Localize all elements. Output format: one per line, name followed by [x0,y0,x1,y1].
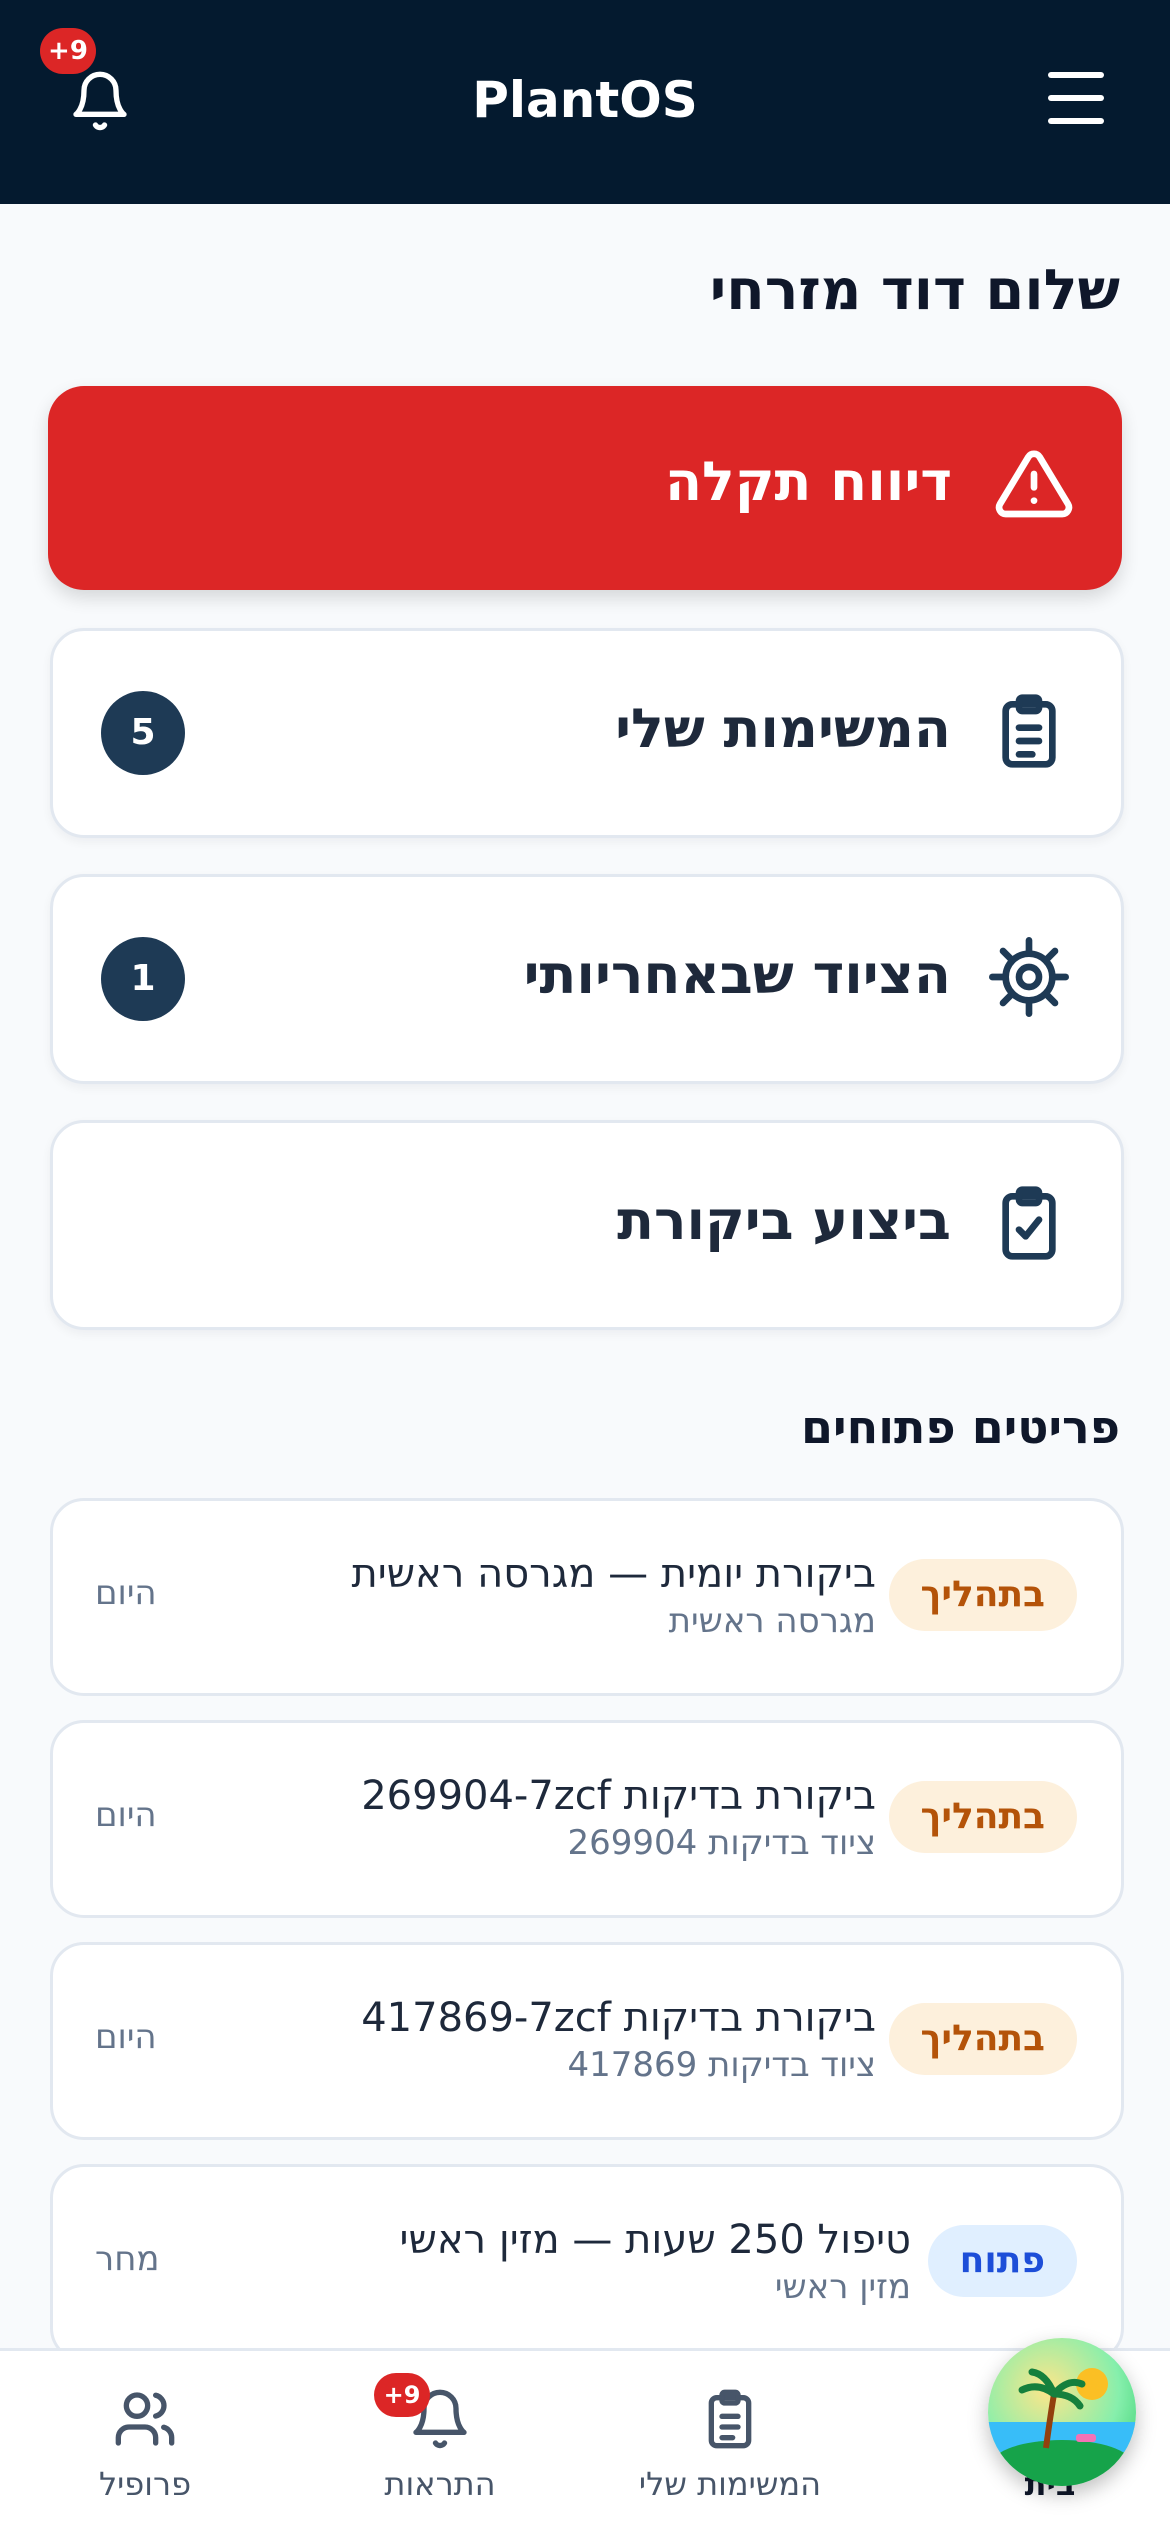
item-date: היום [95,1795,157,1835]
nav-my-tasks-label: המשימות שלי [638,2465,822,2503]
clipboard-list-icon [1002,694,1056,768]
list-item[interactable]: בתהליך ביקורת בדיקות 269904-7zcf ציוד בד… [50,1720,1124,1918]
list-item[interactable]: פתוח טיפול 250 שעות — מזין ראשי מזין ראש… [50,2164,1124,2362]
item-subtitle: מגרסה ראשית [668,1601,876,1641]
users-icon [115,2392,175,2446]
my-equipment-label: הציוד שבאחריותי [523,943,951,1006]
nav-alerts-badge: +9 [374,2373,430,2417]
gear-icon [989,937,1069,1017]
clipboard-list-icon [708,2389,752,2449]
list-item[interactable]: בתהליך ביקורת בדיקות 417869-7zcf ציוד בד… [50,1942,1124,2140]
item-date: מחר [95,2239,160,2279]
warning-icon [995,450,1073,518]
my-equipment-card[interactable]: הציוד שבאחריותי 1 [50,874,1124,1084]
perform-inspection-label: ביצוע ביקורת [617,1189,951,1252]
nav-my-tasks[interactable]: המשימות שלי [639,2351,821,2535]
item-subtitle: ציוד בדיקות 417869 [567,2045,876,2085]
item-subtitle: ציוד בדיקות 269904 [567,1823,876,1863]
beach-icon [988,2368,1136,2486]
clipboard-check-icon [1002,1186,1056,1260]
report-fault-label: דיווח תקלה [664,450,952,513]
perform-inspection-card[interactable]: ביצוע ביקורת [50,1120,1124,1330]
my-tasks-count: 5 [101,691,185,775]
item-title: ביקורת בדיקות 417869-7zcf [361,1995,876,2041]
open-items-title: פריטים פתוחים [801,1400,1120,1454]
nav-profile-label: פרופיל [98,2465,192,2503]
hamburger-icon [1048,72,1104,78]
my-equipment-count: 1 [101,937,185,1021]
item-title: ביקורת בדיקות 269904-7zcf [361,1773,876,1819]
my-tasks-card[interactable]: המשימות שלי 5 [50,628,1124,838]
item-title: ביקורת יומית — מגרסה ראשית [351,1551,876,1597]
item-date: היום [95,2017,157,2057]
app-title: PlantOS [472,71,698,129]
status-badge: בתהליך [888,1559,1077,1631]
item-subtitle: מזין ראשי [774,2267,911,2307]
nav-alerts-label: התראות [384,2465,496,2503]
greeting: שלום דוד מזרחי [709,258,1120,323]
status-badge: בתהליך [888,2003,1077,2075]
floating-avatar-button[interactable] [988,2338,1136,2486]
menu-button[interactable] [1040,72,1110,132]
item-date: היום [95,1573,157,1613]
status-badge: פתוח [927,2225,1077,2297]
report-fault-button[interactable]: דיווח תקלה [48,386,1122,590]
status-badge: בתהליך [888,1781,1077,1853]
app-header: +9 PlantOS [0,0,1170,204]
item-title: טיפול 250 שעות — מזין ראשי [399,2217,911,2263]
my-tasks-label: המשימות שלי [615,697,951,760]
list-item[interactable]: בתהליך ביקורת יומית — מגרסה ראשית מגרסה … [50,1498,1124,1696]
nav-profile[interactable]: פרופיל [60,2351,230,2535]
